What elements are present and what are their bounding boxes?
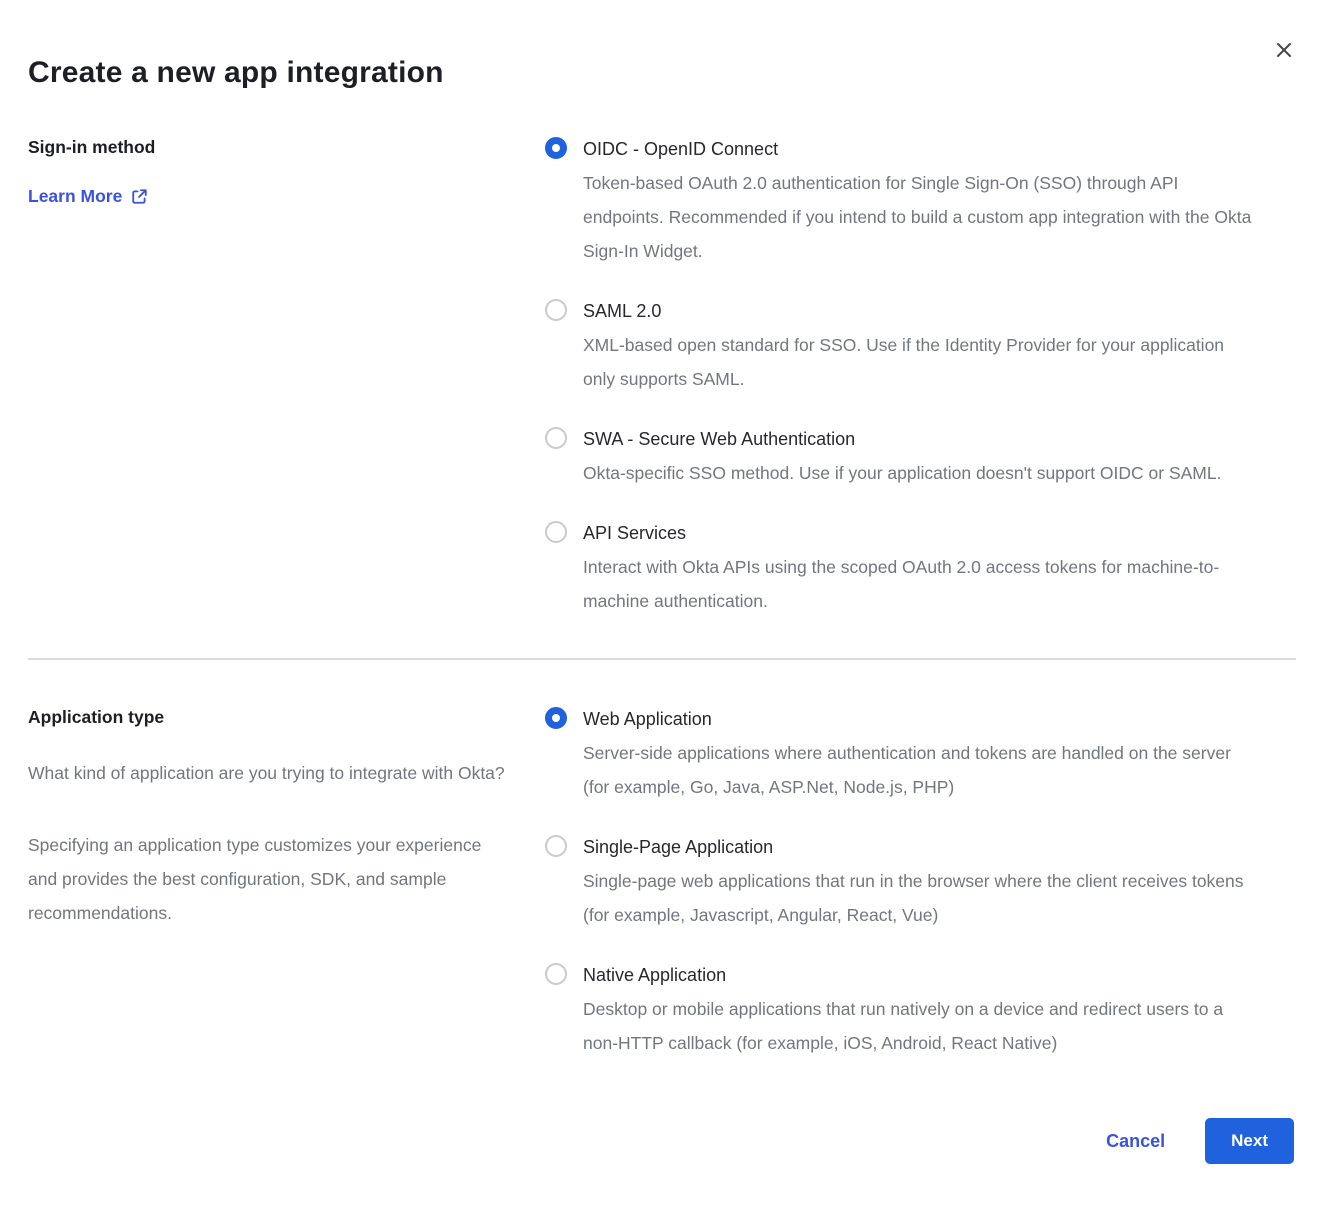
external-link-icon [131,188,148,205]
option-web-application-label: Web Application [583,706,1260,732]
option-single-page-application-label: Single-Page Application [583,834,1260,860]
signin-method-section: Sign-in method Learn More OIDC - OpenID … [28,136,1296,618]
option-oidc-label: OIDC - OpenID Connect [583,136,1260,162]
radio-saml[interactable] [545,299,567,321]
option-saml-description: XML-based open standard for SSO. Use if … [583,328,1260,396]
option-saml-label: SAML 2.0 [583,298,1260,324]
option-oidc[interactable]: OIDC - OpenID Connect Token-based OAuth … [545,136,1260,268]
radio-swa[interactable] [545,427,567,449]
radio-oidc[interactable] [545,137,567,159]
option-api-services-label: API Services [583,520,1260,546]
option-web-application-description: Server-side applications where authentic… [583,736,1260,804]
close-icon [1274,40,1294,60]
application-type-help-text: Specifying an application type customize… [28,828,505,930]
option-single-page-application[interactable]: Single-Page Application Single-page web … [545,834,1260,932]
learn-more-label: Learn More [28,186,122,207]
radio-web-application[interactable] [545,707,567,729]
application-type-section: Application type What kind of applicatio… [28,706,1296,1060]
radio-api-services[interactable] [545,521,567,543]
option-native-application-label: Native Application [583,962,1260,988]
option-web-application[interactable]: Web Application Server-side applications… [545,706,1260,804]
option-native-application[interactable]: Native Application Desktop or mobile app… [545,962,1260,1060]
cancel-button[interactable]: Cancel [1106,1131,1165,1152]
radio-native-application[interactable] [545,963,567,985]
option-api-services[interactable]: API Services Interact with Okta APIs usi… [545,520,1260,618]
radio-single-page-application[interactable] [545,835,567,857]
option-oidc-description: Token-based OAuth 2.0 authentication for… [583,166,1260,268]
option-native-application-description: Desktop or mobile applications that run … [583,992,1260,1060]
option-swa[interactable]: SWA - Secure Web Authentication Okta-spe… [545,426,1260,490]
create-app-integration-dialog: Create a new app integration Sign-in met… [0,0,1332,1204]
next-button[interactable]: Next [1205,1118,1294,1164]
option-single-page-application-description: Single-page web applications that run in… [583,864,1260,932]
application-type-question: What kind of application are you trying … [28,756,505,790]
option-swa-description: Okta-specific SSO method. Use if your ap… [583,456,1221,490]
application-type-label: Application type [28,706,505,728]
section-divider [28,658,1296,660]
close-button[interactable] [1270,36,1298,64]
dialog-title: Create a new app integration [28,56,1296,90]
signin-method-label: Sign-in method [28,136,505,158]
option-swa-label: SWA - Secure Web Authentication [583,426,1221,452]
dialog-footer: Cancel Next [28,1118,1296,1164]
option-saml[interactable]: SAML 2.0 XML-based open standard for SSO… [545,298,1260,396]
option-api-services-description: Interact with Okta APIs using the scoped… [583,550,1260,618]
learn-more-link[interactable]: Learn More [28,186,148,207]
